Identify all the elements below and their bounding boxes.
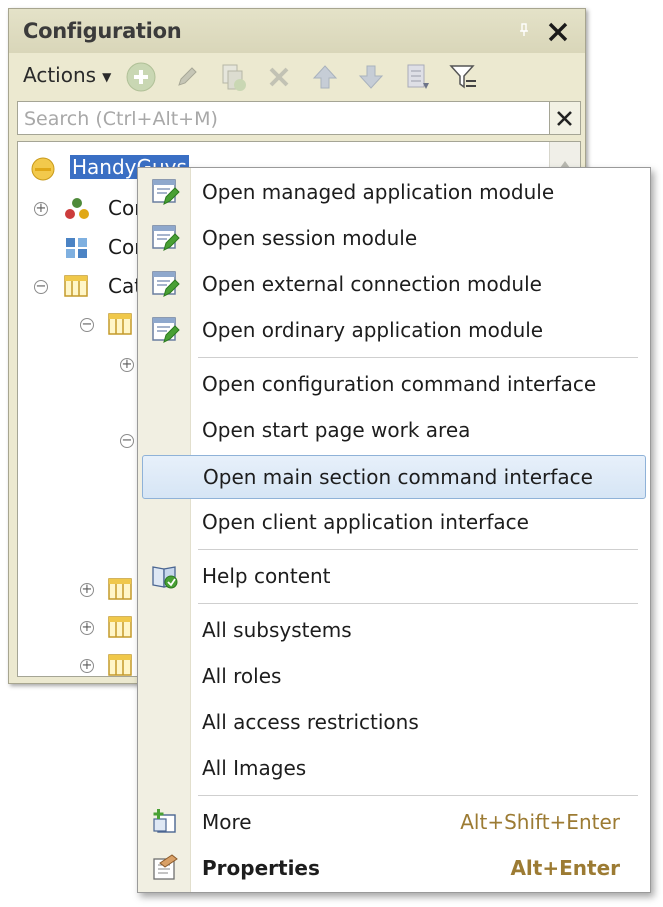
menu-item-open-start-page-work-area[interactable]: Open start page work area bbox=[138, 408, 650, 452]
panel-title-bar: Configuration bbox=[9, 9, 585, 53]
module-icon bbox=[152, 225, 180, 251]
arrow-down-icon[interactable] bbox=[355, 61, 387, 93]
module-icon bbox=[152, 317, 180, 343]
list-sort-icon[interactable] bbox=[401, 61, 433, 93]
panel-toolbar: Actions ▼ bbox=[9, 57, 585, 97]
expand-icon[interactable]: + bbox=[80, 659, 94, 673]
expand-icon[interactable]: + bbox=[120, 358, 134, 372]
search-clear-button[interactable] bbox=[549, 102, 580, 134]
tree-item[interactable]: − bbox=[18, 426, 148, 456]
collapse-icon[interactable]: − bbox=[34, 280, 48, 294]
menu-item-all-subsystems[interactable]: All subsystems bbox=[138, 608, 650, 652]
menu-item-label: All subsystems bbox=[202, 618, 352, 642]
properties-icon bbox=[153, 854, 178, 880]
pin-icon[interactable] bbox=[519, 23, 529, 37]
menu-item-label: Open managed application module bbox=[202, 180, 555, 204]
menu-item-label: Properties bbox=[202, 856, 320, 880]
menu-item-label: All access restrictions bbox=[202, 710, 419, 734]
close-icon[interactable] bbox=[545, 19, 571, 45]
common-icon bbox=[65, 198, 89, 219]
tree-item[interactable]: − bbox=[18, 310, 148, 340]
menu-item-open-main-section-command-interface[interactable]: Open main section command interface bbox=[142, 455, 646, 499]
menu-item-open-managed-application-module[interactable]: Open managed application module bbox=[138, 170, 650, 214]
menu-item-label: Open ordinary application module bbox=[202, 318, 544, 342]
menu-item-label: Open configuration command interface bbox=[202, 372, 597, 396]
arrow-up-icon[interactable] bbox=[309, 61, 341, 93]
menu-item-shortcut: Alt+Enter bbox=[510, 856, 620, 880]
panel-title: Configuration bbox=[23, 19, 182, 43]
expand-icon[interactable]: + bbox=[80, 621, 94, 635]
menu-item-label: More bbox=[202, 810, 252, 834]
clear-x-icon bbox=[557, 111, 572, 126]
menu-item-all-images[interactable]: All Images bbox=[138, 746, 650, 790]
copy-icon[interactable] bbox=[217, 61, 249, 93]
menu-item-label: Open main section command interface bbox=[203, 465, 593, 489]
more-icon bbox=[153, 809, 176, 833]
actions-menu-button[interactable]: Actions ▼ bbox=[23, 63, 111, 87]
menu-item-label: Open external connection module bbox=[202, 272, 542, 296]
menu-item-all-roles[interactable]: All roles bbox=[138, 654, 650, 698]
menu-item-all-access-restrictions[interactable]: All access restrictions bbox=[138, 700, 650, 744]
menu-separator bbox=[198, 603, 638, 604]
tree-item[interactable]: + bbox=[18, 613, 148, 643]
menu-item-label: Open session module bbox=[202, 226, 418, 250]
menu-item-label: Open client application interface bbox=[202, 510, 529, 534]
constants-icon bbox=[66, 238, 87, 258]
module-icon bbox=[152, 179, 180, 205]
menu-item-open-session-module[interactable]: Open session module bbox=[138, 216, 650, 260]
help-book-icon bbox=[152, 566, 178, 589]
menu-item-help-content[interactable]: Help content bbox=[138, 554, 650, 598]
tree-item[interactable]: + bbox=[18, 651, 148, 676]
catalogs-icon bbox=[64, 275, 88, 297]
menu-item-open-client-application-interface[interactable]: Open client application interface bbox=[138, 500, 650, 544]
menu-item-open-ordinary-application-module[interactable]: Open ordinary application module bbox=[138, 308, 650, 352]
chevron-down-icon: ▼ bbox=[102, 69, 112, 84]
menu-separator bbox=[198, 795, 638, 796]
catalog-icon bbox=[108, 578, 132, 600]
configuration-root-icon bbox=[31, 157, 55, 181]
expand-icon[interactable]: + bbox=[34, 202, 48, 216]
menu-item-open-external-connection-module[interactable]: Open external connection module bbox=[138, 262, 650, 306]
menu-item-label: Open start page work area bbox=[202, 418, 471, 442]
edit-pencil-icon[interactable] bbox=[171, 61, 203, 93]
catalog-icon bbox=[108, 654, 132, 676]
collapse-icon[interactable]: − bbox=[120, 434, 134, 448]
menu-separator bbox=[198, 549, 638, 550]
tree-item[interactable]: + bbox=[18, 350, 148, 380]
delete-icon[interactable] bbox=[263, 61, 295, 93]
menu-item-open-configuration-command-interface[interactable]: Open configuration command interface bbox=[138, 362, 650, 406]
menu-item-label: Help content bbox=[202, 564, 331, 588]
tree-item[interactable]: + bbox=[18, 575, 148, 605]
menu-separator bbox=[198, 357, 638, 358]
add-icon[interactable] bbox=[125, 61, 157, 93]
filter-icon[interactable] bbox=[447, 61, 479, 93]
menu-item-properties[interactable]: Properties Alt+Enter bbox=[138, 846, 650, 890]
menu-item-label: All Images bbox=[202, 756, 307, 780]
search-box bbox=[17, 101, 581, 135]
context-menu: Open managed application module Open ses… bbox=[137, 167, 651, 893]
catalog-icon bbox=[108, 616, 132, 638]
module-icon bbox=[152, 271, 180, 297]
menu-item-label: All roles bbox=[202, 664, 282, 688]
catalog-icon bbox=[108, 313, 132, 335]
menu-item-shortcut: Alt+Shift+Enter bbox=[460, 810, 620, 834]
expand-icon[interactable]: + bbox=[80, 583, 94, 597]
actions-label: Actions bbox=[23, 63, 97, 87]
collapse-icon[interactable]: − bbox=[80, 318, 94, 332]
search-input[interactable] bbox=[22, 106, 546, 132]
menu-item-more[interactable]: More Alt+Shift+Enter bbox=[138, 800, 650, 844]
